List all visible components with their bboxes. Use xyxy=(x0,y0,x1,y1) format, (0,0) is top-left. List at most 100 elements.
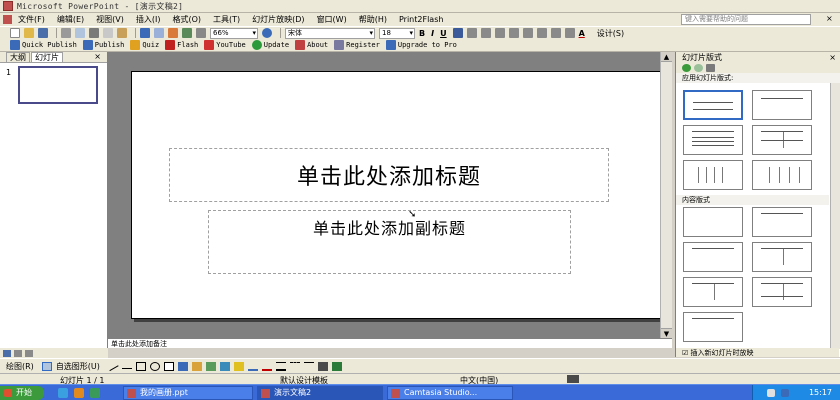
menu-edit[interactable]: 编辑(E) xyxy=(57,14,84,25)
autoshapes-menu[interactable]: 自选图形(U) xyxy=(56,361,100,372)
task-my-album[interactable]: 我的画册.ppt xyxy=(123,386,253,400)
menu-window[interactable]: 窗口(W) xyxy=(317,14,347,25)
font-color-button[interactable]: A xyxy=(579,29,585,38)
line-icon[interactable] xyxy=(107,361,119,371)
align-center-icon[interactable] xyxy=(466,28,477,38)
home-icon[interactable] xyxy=(706,64,715,72)
increase-font-icon[interactable] xyxy=(522,28,533,38)
upgrade-to-pro-button[interactable]: Upgrade to Pro xyxy=(385,40,457,50)
menu-slideshow[interactable]: 幻灯片放映(D) xyxy=(252,14,304,25)
show-on-insert-checkbox[interactable]: ☑ 插入新幻灯片时放映 xyxy=(676,348,839,357)
3d-icon[interactable] xyxy=(331,361,342,371)
layout-content[interactable] xyxy=(752,207,812,237)
layout-title-only[interactable] xyxy=(752,90,812,120)
shadow-icon[interactable] xyxy=(317,361,328,371)
print-icon[interactable] xyxy=(61,28,71,38)
font-color-icon[interactable] xyxy=(261,362,272,371)
explorer-icon[interactable] xyxy=(90,388,100,398)
open-folder-icon[interactable] xyxy=(24,28,34,38)
task-pane-scrollbar[interactable] xyxy=(830,83,840,349)
grid-icon[interactable] xyxy=(196,28,206,38)
scroll-up-icon[interactable]: ▲ xyxy=(661,52,672,62)
layout-two-columns[interactable] xyxy=(752,125,812,155)
indent-icon[interactable] xyxy=(564,28,575,38)
line-color-icon[interactable] xyxy=(247,362,258,371)
preview-icon[interactable] xyxy=(75,28,85,38)
layout-title-content[interactable] xyxy=(683,242,743,272)
slide-sorter-view-icon[interactable] xyxy=(14,349,22,357)
layout-content-extra[interactable] xyxy=(683,312,743,342)
font-size-select[interactable]: 18 xyxy=(379,27,415,39)
update-button[interactable]: Update xyxy=(251,40,289,50)
underline-button[interactable]: U xyxy=(440,29,447,38)
slideshow-view-icon[interactable] xyxy=(25,349,33,357)
notes-pane[interactable]: 单击此处添加备注 xyxy=(108,338,672,348)
quick-publish-button[interactable]: Quick Publish xyxy=(10,40,77,50)
arrow-icon[interactable] xyxy=(121,364,132,369)
register-button[interactable]: Register xyxy=(334,40,380,50)
media-icon[interactable] xyxy=(74,388,84,398)
scroll-down-icon[interactable]: ▼ xyxy=(661,328,672,338)
task-camtasia[interactable]: Camtasia Studio... xyxy=(387,386,513,400)
draw-menu[interactable]: 绘图(R) xyxy=(6,361,34,372)
line-style-icon[interactable] xyxy=(275,361,286,371)
align-right-icon[interactable] xyxy=(480,28,491,38)
wordart-icon[interactable] xyxy=(177,361,188,371)
back-icon[interactable] xyxy=(682,64,691,72)
youtube-button[interactable]: YouTube xyxy=(204,40,246,50)
menu-print2flash[interactable]: Print2Flash xyxy=(399,15,443,24)
start-button[interactable]: 开始 xyxy=(0,386,44,400)
layout-title-four-content[interactable] xyxy=(752,277,812,307)
menu-format[interactable]: 格式(O) xyxy=(172,14,201,25)
menu-view[interactable]: 视图(V) xyxy=(96,14,124,25)
help-search-input[interactable]: 键入需要帮助的问题 xyxy=(681,14,811,25)
zoom-select[interactable]: 66% xyxy=(210,27,258,39)
picture-icon[interactable] xyxy=(219,361,230,371)
tray-volume-icon[interactable] xyxy=(781,389,789,397)
new-file-icon[interactable] xyxy=(10,28,20,38)
redo-icon[interactable] xyxy=(154,28,164,38)
menu-file[interactable]: 文件(F) xyxy=(18,14,45,25)
save-icon[interactable] xyxy=(38,28,48,38)
chart-icon[interactable] xyxy=(168,28,178,38)
layout-title-text[interactable] xyxy=(683,125,743,155)
forward-icon[interactable] xyxy=(694,64,703,72)
close-document-button[interactable]: × xyxy=(826,14,833,23)
undo-icon[interactable] xyxy=(140,28,150,38)
flash-button[interactable]: Flash xyxy=(165,40,198,50)
title-placeholder[interactable]: 单击此处添加标题 xyxy=(169,148,609,202)
paste-icon[interactable] xyxy=(117,28,127,38)
numbered-list-icon[interactable] xyxy=(494,28,505,38)
layout-vertical-title-text[interactable] xyxy=(752,160,812,190)
decrease-font-icon[interactable] xyxy=(536,28,547,38)
layout-title-two-content[interactable] xyxy=(752,242,812,272)
design-button[interactable]: 设计(S) xyxy=(597,28,624,39)
dash-style-icon[interactable] xyxy=(289,361,300,371)
ellipse-icon[interactable] xyxy=(149,361,160,371)
bullet-list-icon[interactable] xyxy=(508,28,519,38)
menu-insert[interactable]: 插入(I) xyxy=(136,14,161,25)
close-task-pane-button[interactable]: × xyxy=(829,52,836,63)
clipart-icon[interactable] xyxy=(205,361,216,371)
textbox-icon[interactable] xyxy=(163,361,174,371)
rectangle-icon[interactable] xyxy=(135,361,146,371)
layout-blank[interactable] xyxy=(683,207,743,237)
copy-icon[interactable] xyxy=(103,28,113,38)
table-icon[interactable] xyxy=(182,28,192,38)
font-select[interactable]: 宋体 xyxy=(285,27,375,39)
normal-view-icon[interactable] xyxy=(3,349,11,357)
help-icon[interactable] xyxy=(262,28,272,38)
fill-color-icon[interactable] xyxy=(233,361,244,371)
task-presentation2[interactable]: 演示文稿2 xyxy=(257,386,383,400)
menu-help[interactable]: 帮助(H) xyxy=(359,14,387,25)
quiz-button[interactable]: Quiz xyxy=(130,40,159,50)
select-pointer-icon[interactable] xyxy=(41,361,52,371)
slide-thumbnail[interactable] xyxy=(18,66,98,104)
outdent-icon[interactable] xyxy=(550,28,561,38)
layout-title-slide[interactable] xyxy=(683,90,743,120)
bold-button[interactable]: B xyxy=(419,29,425,38)
italic-button[interactable]: I xyxy=(431,29,434,38)
layout-title-content-2[interactable] xyxy=(683,277,743,307)
tab-slides[interactable]: 幻灯片 xyxy=(31,52,63,62)
about-button[interactable]: About xyxy=(295,40,328,50)
